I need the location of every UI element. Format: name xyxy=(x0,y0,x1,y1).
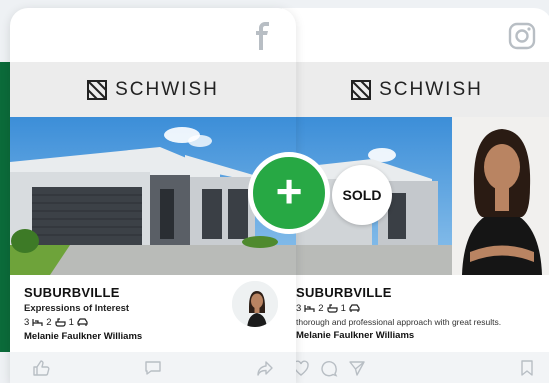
comment-icon[interactable] xyxy=(144,359,162,377)
listing-description: thorough and professional approach with … xyxy=(296,317,502,327)
brand-bar: SCHWISH xyxy=(10,62,296,117)
facebook-action-bar xyxy=(10,352,296,383)
instagram-icon[interactable] xyxy=(508,22,536,50)
like-icon[interactable] xyxy=(32,359,50,377)
card-header xyxy=(282,8,549,62)
bath-icon xyxy=(54,318,66,327)
instagram-action-group xyxy=(292,359,366,377)
agent-avatar[interactable] xyxy=(230,279,280,329)
add-platform-button[interactable]: + xyxy=(248,152,330,234)
comment-icon[interactable] xyxy=(320,359,338,377)
cars-count: 1 xyxy=(68,317,74,328)
brand-name: SCHWISH xyxy=(379,78,483,100)
listing-info: SUBURBVILLE 3 2 1 thorough and professio… xyxy=(282,275,549,347)
listing-title: SUBURBVILLE xyxy=(296,285,392,300)
plus-icon: + xyxy=(275,165,303,217)
bed-icon xyxy=(32,319,43,326)
card-header xyxy=(10,8,296,62)
bookmark-icon[interactable] xyxy=(518,359,536,377)
baths-count: 2 xyxy=(318,303,324,314)
instagram-action-bar xyxy=(282,352,549,383)
beds-count: 3 xyxy=(24,317,30,328)
facebook-icon[interactable] xyxy=(250,22,274,50)
schwish-logo-icon xyxy=(87,79,108,100)
send-icon[interactable] xyxy=(348,359,366,377)
car-icon xyxy=(77,318,88,326)
bed-icon xyxy=(304,305,315,312)
agent-portrait xyxy=(452,117,549,275)
beds-count: 3 xyxy=(296,303,302,314)
agent-photo xyxy=(452,117,549,275)
share-icon[interactable] xyxy=(256,359,274,377)
brand-name: SCHWISH xyxy=(115,78,219,100)
brand-bar: SCHWISH xyxy=(282,62,549,117)
schwish-logo-icon xyxy=(351,79,372,100)
bath-icon xyxy=(326,304,338,313)
agent-name: Melanie Faulkner Williams xyxy=(24,331,143,342)
listing-specs: 3 2 1 xyxy=(296,303,538,314)
agent-name: Melanie Faulkner Williams xyxy=(296,330,415,341)
sold-badge: SOLD xyxy=(332,165,392,225)
baths-count: 2 xyxy=(46,317,52,328)
car-icon xyxy=(349,304,360,312)
cars-count: 1 xyxy=(340,303,346,314)
listing-info: SUBURBVILLE Expressions of Interest 3 2 … xyxy=(10,275,296,347)
